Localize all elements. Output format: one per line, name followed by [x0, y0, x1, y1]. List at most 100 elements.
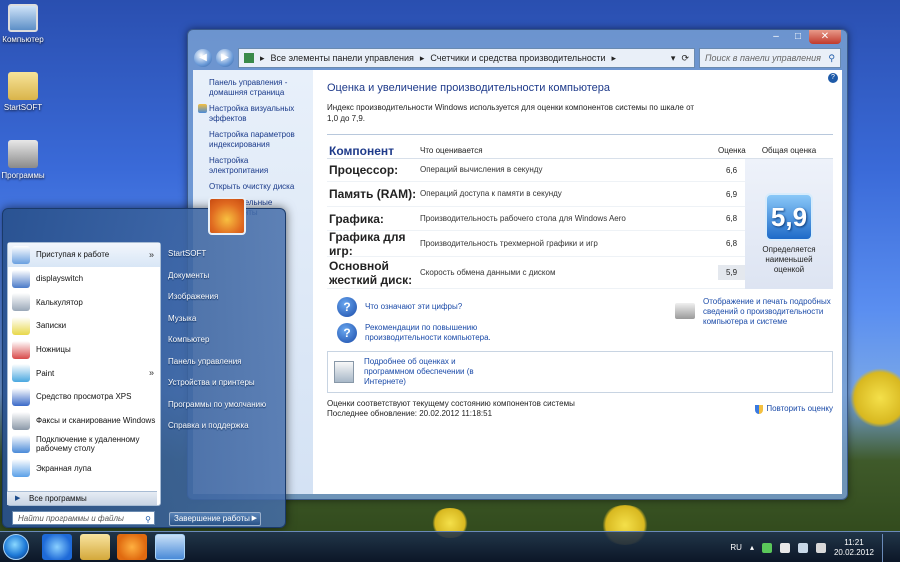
breadcrumb-item[interactable]: Счетчики и средства производительности [430, 53, 605, 63]
program-icon [12, 411, 30, 430]
breadcrumb-item[interactable]: Все элементы панели управления [271, 53, 414, 63]
start-right-item[interactable]: StartSOFT [168, 249, 283, 258]
start-program-item[interactable]: Факсы и сканирование Windows [8, 409, 160, 433]
start-right-item[interactable]: Музыка [168, 314, 283, 323]
sidebar-link[interactable]: Панель управления - домашняя страница [209, 78, 307, 98]
rerun-button[interactable]: Повторить оценку [755, 399, 833, 419]
start-menu: Приступая к работе » displayswitch Калькуля… [2, 197, 286, 528]
program-label: Средство просмотра XPS [36, 392, 132, 402]
link-text[interactable]: Что означают эти цифры? [365, 302, 462, 312]
start-right-item[interactable]: Программы по умолчанию [168, 400, 283, 409]
start-button[interactable] [3, 534, 29, 560]
start-program-item[interactable]: Paint » [8, 361, 160, 385]
chevron-right-icon[interactable]: » [149, 368, 154, 378]
flag-icon[interactable] [779, 542, 790, 553]
link-text[interactable]: Рекомендации по повышению производительн… [365, 323, 505, 343]
breadcrumb-separator: ▸ [419, 52, 425, 63]
control-panel-taskbar-icon[interactable] [155, 534, 185, 560]
language-indicator[interactable]: RU [730, 543, 742, 552]
header-what: Что оценивается [420, 146, 483, 155]
start-right-item[interactable]: Панель управления [168, 357, 283, 366]
refresh-icon[interactable]: ⟳ [681, 53, 689, 64]
chevron-right-icon[interactable]: » [149, 250, 154, 259]
start-program-item[interactable]: Приступая к работе » [8, 243, 160, 267]
table-row: Процессор: Операций вычисления в секунду 6… [327, 159, 745, 182]
link-more-info[interactable]: Подробнее об оценках и программном обесп… [364, 357, 484, 387]
link-tips[interactable]: ? Рекомендации по повышению производител… [327, 323, 675, 343]
show-desktop-button[interactable] [882, 533, 892, 562]
start-program-item[interactable]: Ножницы [8, 338, 160, 362]
link-text[interactable]: Отображение и печать подробных сведений … [703, 297, 833, 349]
address-bar[interactable]: ▸ Все элементы панели управления ▸ Счетч… [238, 48, 695, 68]
start-program-item[interactable]: Подключение к удаленному рабочему столу [8, 433, 160, 457]
status-text: Оценки соответствуют текущему состоянию … [327, 399, 575, 408]
row-component: Основной жесткий диск: [329, 258, 413, 287]
help-icon[interactable]: ? [828, 73, 838, 83]
start-right-item[interactable]: Компьютер [168, 335, 283, 344]
link-what-numbers[interactable]: ? Что означают эти цифры? [327, 297, 675, 317]
sidebar-link[interactable]: Настройка электропитания [209, 156, 307, 176]
shield-icon [198, 104, 207, 114]
back-button[interactable]: ◀ [194, 49, 212, 67]
maximize-button[interactable]: □ [787, 30, 809, 44]
search-placeholder: Поиск в панели управления [705, 53, 821, 63]
question-icon: ? [337, 297, 357, 317]
start-right-item[interactable]: Справка и поддержка [168, 421, 283, 430]
shutdown-button[interactable]: Завершение работы ▶ [169, 512, 261, 526]
sidebar-link[interactable]: Настройка параметров индексирования [209, 130, 307, 150]
window-body: Панель управления - домашняя страница Нас… [193, 70, 842, 494]
start-right-item[interactable]: Документы [168, 271, 283, 280]
chevron-right-icon[interactable]: ▶ [252, 513, 257, 525]
desktop-icon-computer[interactable]: Компьютер [0, 4, 46, 44]
intro-text: Индекс производительности Windows исполь… [327, 103, 695, 123]
desktop-icon-programs[interactable]: Программы [0, 140, 46, 180]
row-what: Скорость обмена данными с диском [420, 267, 556, 277]
battery-icon[interactable] [761, 542, 772, 553]
explorer-folder-icon[interactable] [80, 534, 110, 560]
start-right-item[interactable]: Изображения [168, 292, 283, 301]
forward-button[interactable]: ▶ [216, 49, 234, 67]
desktop-icon-startsoft[interactable]: StartSOFT [0, 72, 46, 112]
clock[interactable]: 11:21 20.02.2012 [834, 538, 874, 558]
search-icon[interactable]: ⚲ [828, 53, 835, 64]
folder-icon [8, 72, 38, 100]
sidebar-link-label: Настройка визуальных эффектов [209, 104, 295, 123]
media-player-icon[interactable] [117, 534, 147, 560]
all-programs-button[interactable]: Все программы [7, 491, 157, 506]
show-hidden-icon[interactable]: ▴ [750, 543, 754, 553]
network-icon[interactable] [797, 542, 808, 553]
header-base: Общая оценка [761, 146, 817, 155]
volume-icon[interactable] [815, 542, 826, 553]
start-search-input[interactable]: Найти программы и файлы ⚲ [12, 511, 155, 525]
start-program-item[interactable]: Калькулятор [8, 290, 160, 314]
search-input[interactable]: Поиск в панели управления ⚲ [699, 48, 841, 68]
row-score: 6,8 [725, 214, 738, 223]
question-icon: ? [337, 323, 357, 343]
close-button[interactable]: ✕ [809, 30, 841, 44]
program-icon [12, 459, 30, 478]
user-picture[interactable] [208, 197, 246, 235]
minimize-button[interactable]: – [765, 30, 787, 44]
camera-icon [8, 140, 38, 168]
start-program-item[interactable]: displayswitch [8, 267, 160, 291]
start-program-item[interactable]: Средство просмотра XPS [8, 385, 160, 409]
wallpaper-flower [850, 368, 900, 428]
program-label: Ножницы [36, 345, 71, 355]
program-label: Экранная лупа [36, 463, 92, 473]
internet-explorer-icon[interactable] [42, 534, 72, 560]
program-label: Калькулятор [36, 297, 83, 307]
rerun-label: Повторить оценку [766, 404, 833, 413]
sidebar-link[interactable]: Настройка визуальных эффектов [198, 104, 307, 124]
search-icon: ⚲ [145, 515, 151, 524]
program-label: Записки [36, 321, 67, 331]
link-print[interactable]: Отображение и печать подробных сведений … [675, 297, 833, 349]
base-score-badge: 5,9 [765, 193, 813, 241]
dropdown-icon[interactable]: ▾ [671, 53, 676, 64]
program-icon [12, 316, 30, 335]
sidebar-link[interactable]: Открыть очистку диска [209, 182, 307, 192]
start-program-item[interactable]: Экранная лупа [8, 456, 160, 480]
control-panel-icon [244, 53, 254, 63]
printer-icon [675, 303, 695, 319]
start-program-item[interactable]: Записки [8, 314, 160, 338]
start-right-item[interactable]: Устройства и принтеры [168, 378, 283, 387]
